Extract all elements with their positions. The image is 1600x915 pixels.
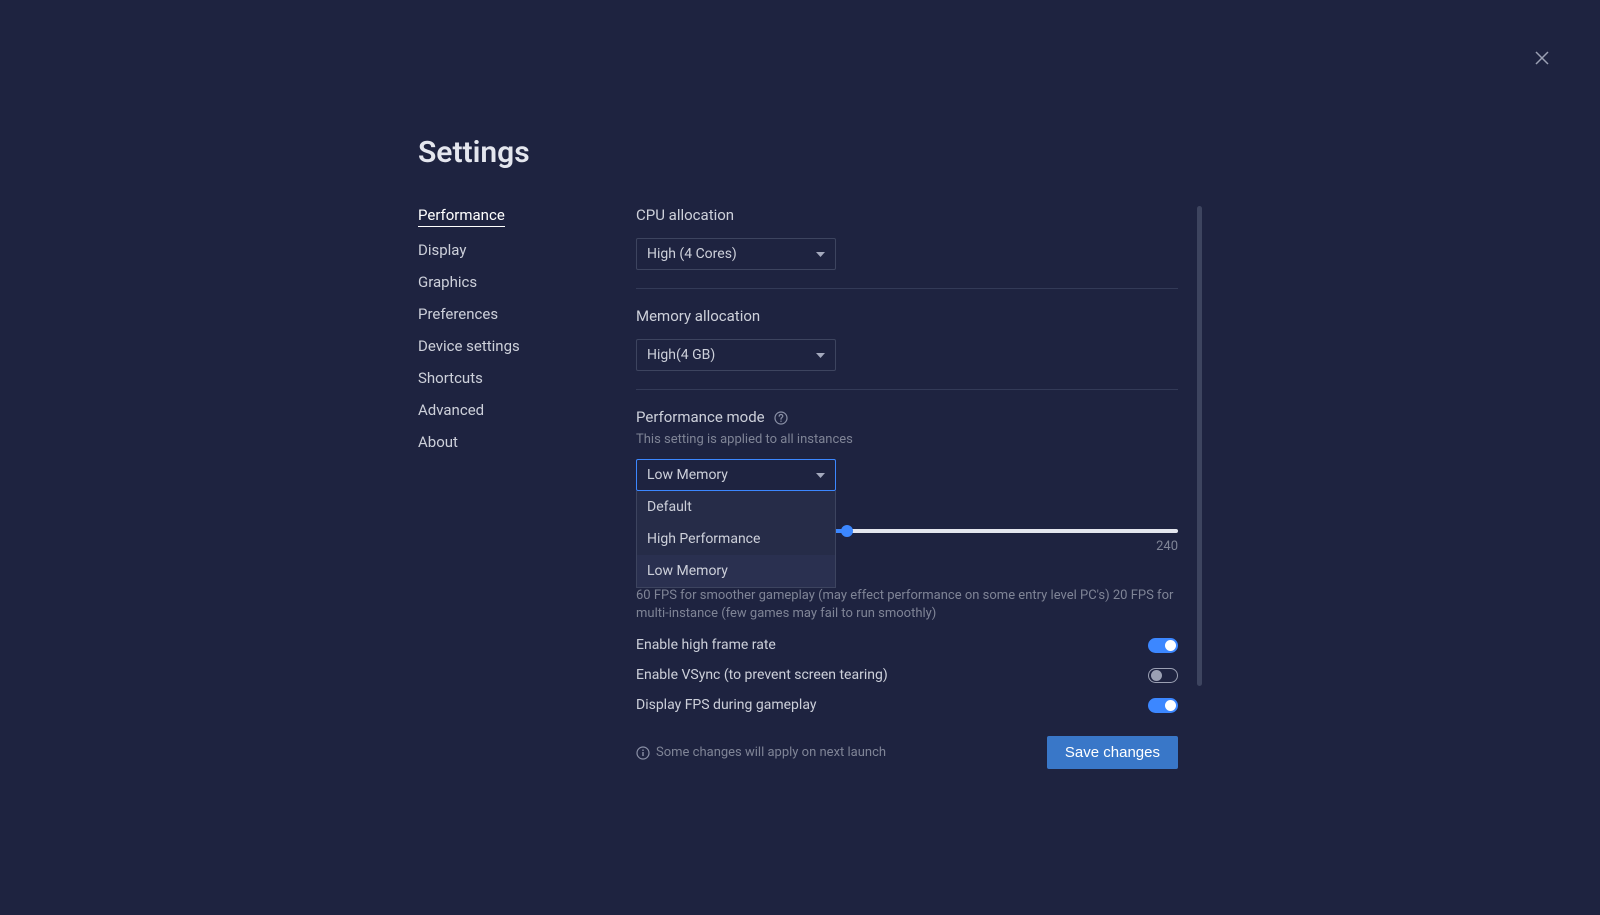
close-button[interactable] <box>1534 50 1550 66</box>
sidebar-item-label: Performance <box>418 206 505 227</box>
save-changes-button[interactable]: Save changes <box>1047 736 1178 769</box>
memory-allocation-value: High(4 GB) <box>647 347 715 363</box>
cpu-allocation-select[interactable]: High (4 Cores) <box>636 238 836 270</box>
sidebar-item-about[interactable]: About <box>418 433 636 451</box>
memory-allocation-select[interactable]: High(4 GB) <box>636 339 836 371</box>
sidebar-item-performance[interactable]: Performance <box>418 206 636 227</box>
toggle-knob <box>1151 670 1162 681</box>
memory-allocation-label: Memory allocation <box>636 307 1178 325</box>
page-title: Settings <box>418 135 1178 170</box>
enable-vsync-toggle[interactable] <box>1148 668 1178 683</box>
close-icon <box>1534 50 1550 66</box>
caret-down-icon <box>816 246 825 262</box>
display-fps-toggle[interactable] <box>1148 698 1178 713</box>
performance-mode-select[interactable]: Low Memory <box>636 459 836 491</box>
sidebar-item-advanced[interactable]: Advanced <box>418 401 636 419</box>
performance-mode-sublabel: This setting is applied to all instances <box>636 432 1178 447</box>
apply-on-launch-note: Some changes will apply on next launch <box>636 745 886 760</box>
enable-high-frame-rate-toggle[interactable] <box>1148 638 1178 653</box>
sidebar-item-device-settings[interactable]: Device settings <box>418 337 636 355</box>
enable-vsync-label: Enable VSync (to prevent screen tearing) <box>636 667 888 683</box>
scrollbar-thumb[interactable] <box>1197 206 1202 686</box>
performance-mode-option-high-performance[interactable]: High Performance <box>637 523 835 555</box>
settings-sidebar: Performance Display Graphics Preferences Dev… <box>418 206 636 769</box>
sidebar-item-display[interactable]: Display <box>418 241 636 259</box>
divider <box>636 288 1178 289</box>
help-icon[interactable] <box>774 411 788 425</box>
cpu-allocation-label: CPU allocation <box>636 206 1178 224</box>
sidebar-item-preferences[interactable]: Preferences <box>418 305 636 323</box>
toggle-knob <box>1165 700 1176 711</box>
recommended-fps-text: 60 FPS for smoother gameplay (may effect… <box>636 587 1178 623</box>
display-fps-label: Display FPS during gameplay <box>636 697 816 713</box>
sidebar-item-shortcuts[interactable]: Shortcuts <box>418 369 636 387</box>
toggle-knob <box>1165 640 1176 651</box>
performance-mode-dropdown: DefaultHigh PerformanceLow Memory <box>636 491 836 588</box>
cpu-allocation-value: High (4 Cores) <box>647 246 737 262</box>
performance-mode-label: Performance mode <box>636 408 1178 426</box>
caret-down-icon <box>816 347 825 363</box>
sidebar-item-graphics[interactable]: Graphics <box>418 273 636 291</box>
frame-rate-max-label: 240 <box>1156 539 1178 554</box>
slider-thumb[interactable] <box>841 525 853 537</box>
enable-high-frame-rate-label: Enable high frame rate <box>636 637 776 653</box>
performance-mode-option-default[interactable]: Default <box>637 491 835 523</box>
info-icon <box>636 746 650 760</box>
divider <box>636 389 1178 390</box>
performance-mode-value: Low Memory <box>647 467 728 483</box>
caret-down-icon <box>816 467 825 483</box>
performance-mode-option-low-memory[interactable]: Low Memory <box>637 555 835 587</box>
